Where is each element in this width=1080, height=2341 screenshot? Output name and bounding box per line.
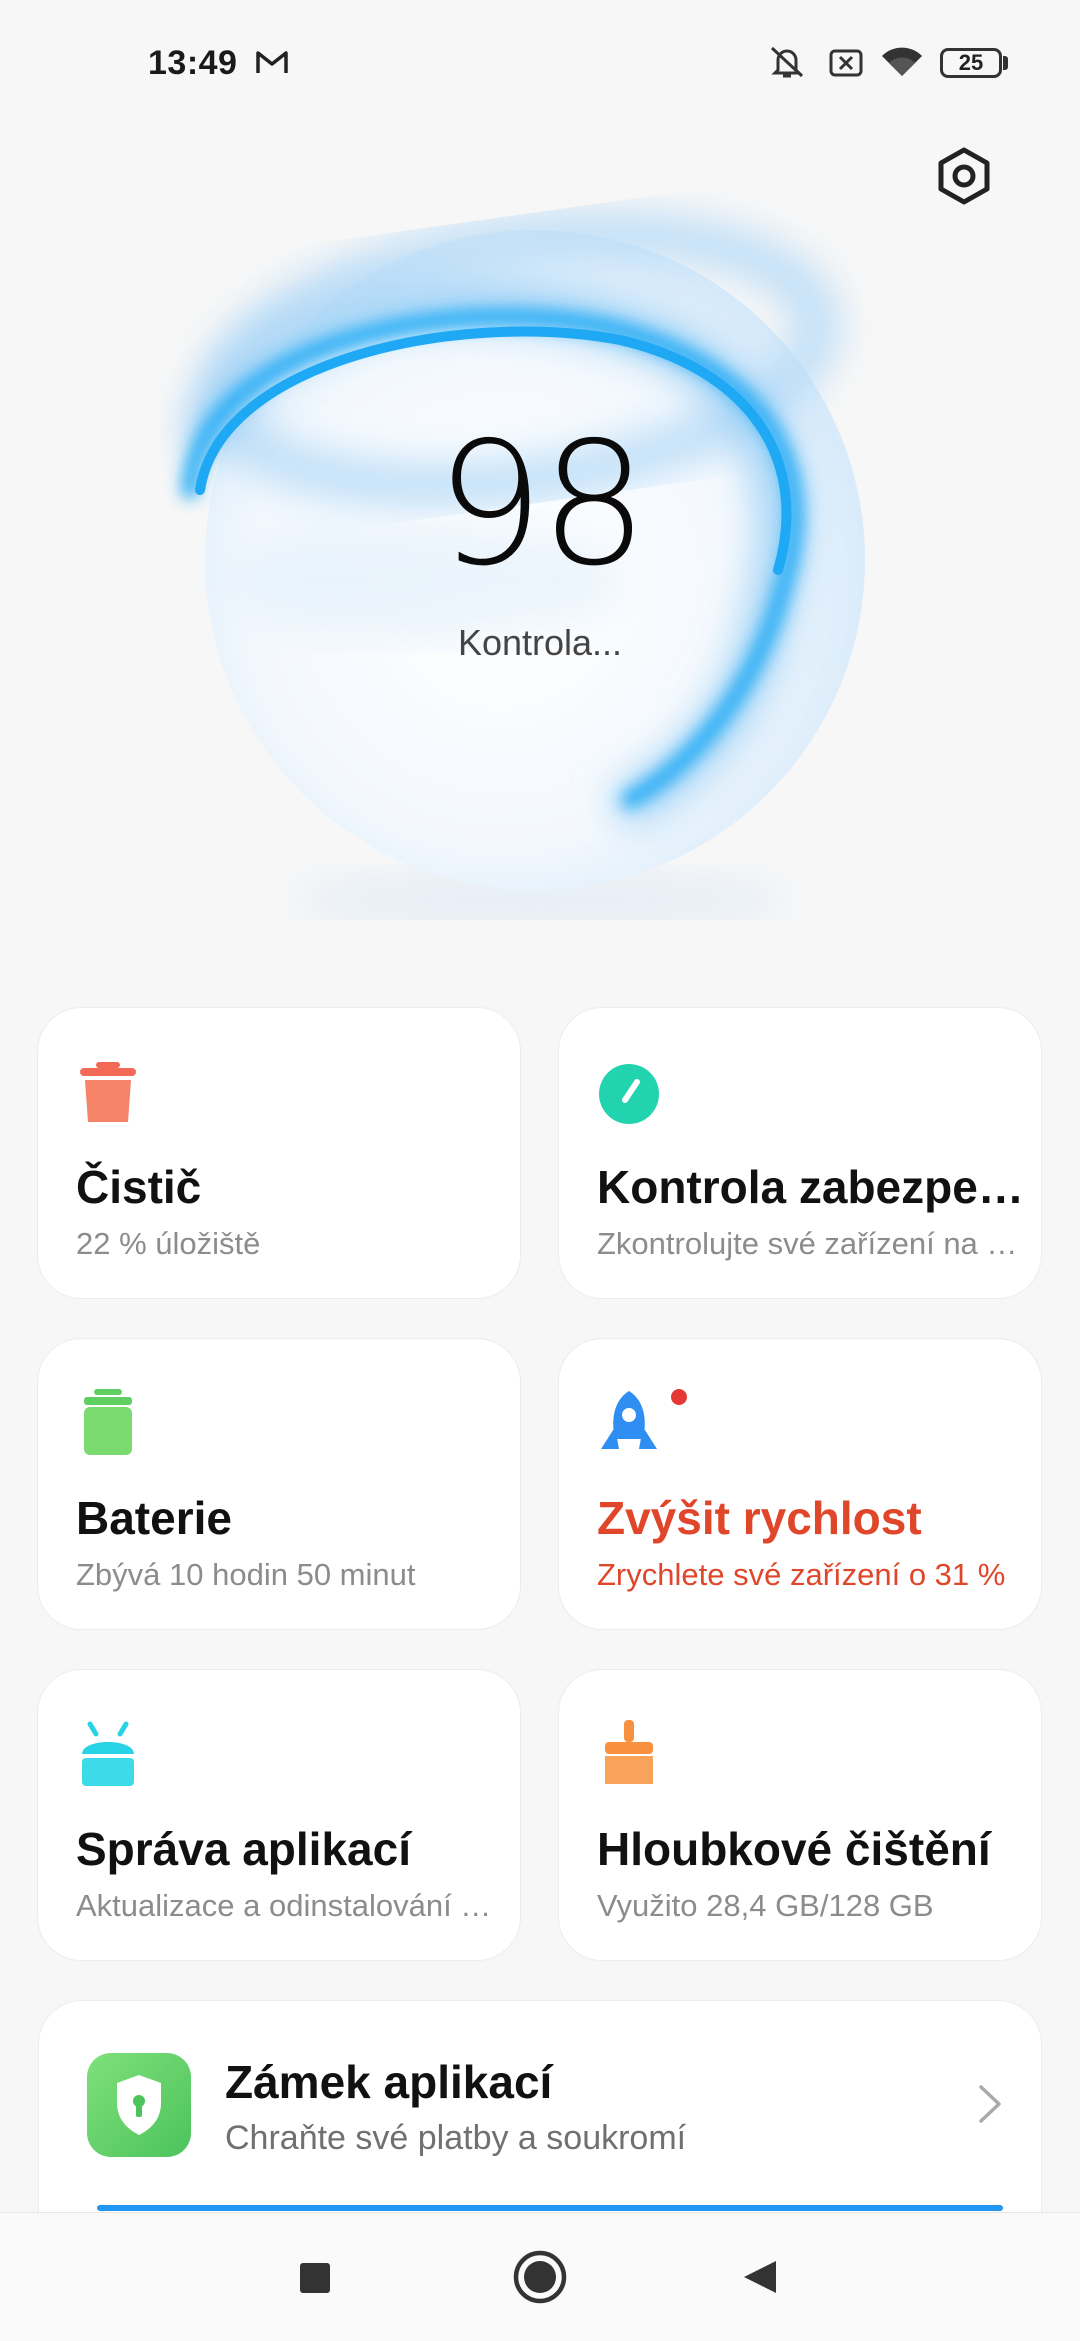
silent-icon — [770, 46, 804, 78]
brush-icon — [605, 1720, 653, 1784]
scan-status: Kontrola... — [457, 622, 623, 663]
app-lock-title: Zámek aplikací — [225, 2056, 553, 2108]
card-title: Zvýšit rychlost — [597, 1492, 922, 1544]
health-score: 98 — [435, 406, 648, 604]
trash-icon — [80, 1062, 136, 1122]
android-icon — [82, 1721, 134, 1786]
card-subtitle: Zbývá 10 hodin 50 minut — [76, 1557, 416, 1592]
rocket-icon — [601, 1389, 687, 1449]
settings-icon[interactable] — [935, 147, 993, 205]
card-subtitle: Aktualizace a odinstalování aplikací — [76, 1888, 506, 1923]
card-subtitle: Využito 28,4 GB/128 GB — [597, 1888, 934, 1923]
app-lock-tile — [87, 2053, 191, 2157]
recents-button[interactable] — [298, 2261, 332, 2295]
sim-x-icon — [829, 49, 863, 77]
security-check-icon — [599, 1064, 659, 1124]
card-title: Kontrola zabezpečení — [597, 1161, 1027, 1213]
battery-card[interactable]: Baterie Zbývá 10 hodin 50 minut — [37, 1338, 521, 1630]
status-time: 13:49 — [148, 44, 238, 82]
navigation-bar — [0, 2212, 1080, 2341]
card-title: Čistič — [76, 1161, 202, 1213]
cleaner-card[interactable]: Čistič 22 % úložiště — [37, 1007, 521, 1299]
card-subtitle: 22 % úložiště — [76, 1226, 261, 1261]
home-button[interactable] — [512, 2249, 568, 2305]
card-title: Baterie — [76, 1492, 232, 1544]
partial-button-edge — [97, 2205, 1003, 2211]
battery-icon — [84, 1389, 132, 1455]
chevron-right-icon — [979, 2085, 1001, 2123]
battery-tip — [1003, 56, 1008, 70]
battery-icon: 25 — [940, 48, 1002, 78]
status-bar: 13:49 25 — [0, 0, 1080, 120]
card-title: Hloubkové čištění — [597, 1823, 991, 1875]
deep-clean-card[interactable]: Hloubkové čištění Využito 28,4 GB/128 GB — [558, 1669, 1042, 1961]
back-button[interactable] — [740, 2257, 780, 2297]
shield-lock-icon — [117, 2075, 161, 2135]
boost-speed-card[interactable]: Zvýšit rychlost Zrychlete své zařízení o… — [558, 1338, 1042, 1630]
wifi-icon — [882, 47, 922, 76]
gmail-icon — [256, 51, 288, 73]
security-scan-card[interactable]: Kontrola zabezpečení Zkontrolujte své za… — [558, 1007, 1042, 1299]
card-subtitle: Zrychlete své zařízení o 31 % — [597, 1557, 1006, 1592]
app-lock-subtitle: Chraňte své platby a soukromí — [225, 2119, 687, 2157]
manage-apps-card[interactable]: Správa aplikací Aktualizace a odinstalov… — [37, 1669, 521, 1961]
card-title: Správa aplikací — [76, 1823, 411, 1875]
card-subtitle: Zkontrolujte své zařízení na viry — [597, 1226, 1027, 1261]
